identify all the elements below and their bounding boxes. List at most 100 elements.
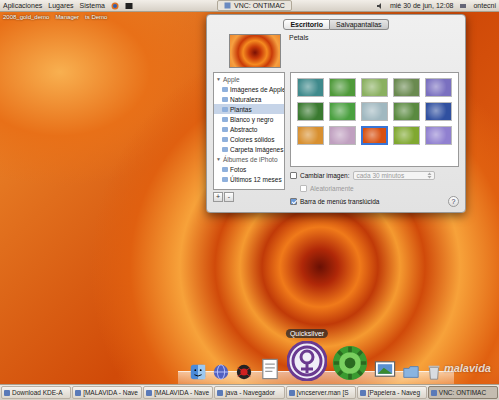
thumbnail-grid <box>290 72 459 167</box>
thumbnail[interactable] <box>361 126 388 145</box>
taskbar: Download KDE-A[MALAVIDA - Nave[MALAVIDA … <box>0 384 499 400</box>
sidebar-item[interactable]: Colores sólidos <box>214 134 284 144</box>
thumbnail[interactable] <box>361 102 388 121</box>
folder-icon <box>222 107 228 112</box>
panel-menu[interactable]: Sistema <box>80 2 105 9</box>
dock-item[interactable] <box>332 345 368 381</box>
folder-icon[interactable] <box>402 363 420 381</box>
dock: Quicksilver <box>178 314 454 384</box>
preferences-window: EscritorioSalvapantallas Petals ▼AppleImág… <box>206 14 466 213</box>
thumbnail[interactable] <box>297 102 324 121</box>
globe-icon[interactable] <box>212 363 230 381</box>
taskbar-button[interactable]: VNC: ONTIMAC <box>428 386 498 399</box>
thumbnail[interactable] <box>425 126 452 145</box>
sidebar: ▼AppleImágenes de AppleNaturalezaPlantas… <box>213 72 285 190</box>
sidebar-column: ▼AppleImágenes de AppleNaturalezaPlantas… <box>213 72 285 207</box>
thumbnail[interactable] <box>329 102 356 121</box>
taskbar-button[interactable]: Download KDE-A <box>1 386 71 399</box>
folder-icon <box>222 147 228 152</box>
screen: Aplicaciones Lugares Sistema VNC: ONTIMAC mi… <box>0 0 499 400</box>
speaker-icon[interactable] <box>376 2 384 10</box>
thumbnail[interactable] <box>361 78 388 97</box>
terminal-icon[interactable] <box>125 2 133 10</box>
desktop-icon-label[interactable]: ts Demo <box>85 14 107 20</box>
sidebar-item[interactable]: Imágenes de Apple <box>214 84 284 94</box>
sidebar-item[interactable]: Plantas <box>214 104 284 114</box>
tab[interactable]: Escritorio <box>283 19 330 30</box>
browser-icon[interactable] <box>111 2 119 10</box>
dock-item[interactable] <box>425 363 443 381</box>
network-icon[interactable] <box>459 2 467 10</box>
window-icon <box>75 390 81 396</box>
dock-row: Quicksilver <box>189 341 443 384</box>
quicksilver-icon[interactable] <box>287 341 327 381</box>
window-icon <box>360 390 366 396</box>
sidebar-item[interactable]: Carpeta Imágenes <box>214 144 284 154</box>
thumbnail[interactable] <box>393 102 420 121</box>
folder-icon <box>222 117 228 122</box>
thumbnail[interactable] <box>297 78 324 97</box>
thumbnail[interactable] <box>393 78 420 97</box>
window-icon <box>431 390 437 396</box>
dock-item[interactable] <box>212 363 230 381</box>
sidebar-item[interactable]: Naturaleza <box>214 94 284 104</box>
thumbnail[interactable] <box>393 126 420 145</box>
preview-image <box>229 34 281 68</box>
panel-menu[interactable]: Aplicaciones <box>3 2 42 9</box>
help-button[interactable]: ? <box>448 196 459 207</box>
clock[interactable]: mié 30 de jun, 12:08 <box>390 2 453 9</box>
sidebar-item[interactable]: Abstracto <box>214 124 284 134</box>
spider-icon[interactable] <box>235 363 253 381</box>
preview-label: Petals <box>289 34 308 41</box>
folder-icon <box>222 87 228 92</box>
tab-row: EscritorioSalvapantallas <box>213 19 459 30</box>
taskbar-button[interactable]: [MALAVIDA - Nave <box>72 386 142 399</box>
panel-window-button[interactable]: VNC: ONTIMAC <box>217 0 292 11</box>
sidebar-button[interactable]: + <box>213 192 223 202</box>
sidebar-group[interactable]: ▼Álbumes de iPhoto <box>214 154 284 164</box>
thumbnail[interactable] <box>329 126 356 145</box>
window-icon <box>4 390 10 396</box>
option-row: Barra de menús translúcida? <box>290 196 459 207</box>
select-arrows-icon <box>427 172 432 179</box>
dock-item[interactable] <box>189 363 207 381</box>
panel-menu[interactable]: Lugares <box>48 2 73 9</box>
sidebar-buttons: +- <box>213 192 285 202</box>
checkbox[interactable] <box>300 185 307 192</box>
checkbox[interactable] <box>290 198 297 205</box>
thumbnail[interactable] <box>425 102 452 121</box>
dock-item[interactable]: Quicksilver <box>287 341 327 381</box>
dock-item[interactable] <box>235 363 253 381</box>
taskbar-button[interactable]: [vncserver.man [S <box>286 386 356 399</box>
document-icon[interactable] <box>258 357 282 381</box>
taskbar-button[interactable]: [Papelera - Naveg <box>357 386 427 399</box>
desktop-icon-label[interactable]: Manager <box>55 14 79 20</box>
option-row: Cambiar imagen:cada 30 minutos <box>290 170 459 180</box>
folder-icon <box>222 167 228 172</box>
photo-icon[interactable] <box>373 357 397 381</box>
trash-icon[interactable] <box>425 363 443 381</box>
finder-icon[interactable] <box>189 363 207 381</box>
sidebar-group[interactable]: ▼Apple <box>214 74 284 84</box>
taskbar-button[interactable]: java - Navegador <box>214 386 284 399</box>
dock-item[interactable] <box>402 363 420 381</box>
sidebar-item[interactable]: Blanco y negro <box>214 114 284 124</box>
checkbox[interactable] <box>290 172 297 179</box>
dock-item[interactable] <box>373 357 397 381</box>
sidebar-item[interactable]: Fotos <box>214 164 284 174</box>
tab[interactable]: Salvapantallas <box>330 19 389 30</box>
window-body: ▼AppleImágenes de AppleNaturalezaPlantas… <box>213 72 459 207</box>
interval-select[interactable]: cada 30 minutos <box>353 171 435 180</box>
window-icon <box>289 390 295 396</box>
taskbar-button[interactable]: [MALAVIDA - Nave <box>143 386 213 399</box>
thumbnail[interactable] <box>329 78 356 97</box>
thumbnail[interactable] <box>297 126 324 145</box>
gear-icon[interactable] <box>332 345 368 381</box>
sidebar-item[interactable]: Últimos 12 meses <box>214 174 284 184</box>
dock-item[interactable] <box>258 357 282 381</box>
user-name[interactable]: ontecni <box>473 2 496 9</box>
sidebar-button[interactable]: - <box>224 192 234 202</box>
thumbnail[interactable] <box>425 78 452 97</box>
folder-icon <box>222 97 228 102</box>
desktop-icon-label[interactable]: 2008_gold_demo <box>3 14 49 20</box>
